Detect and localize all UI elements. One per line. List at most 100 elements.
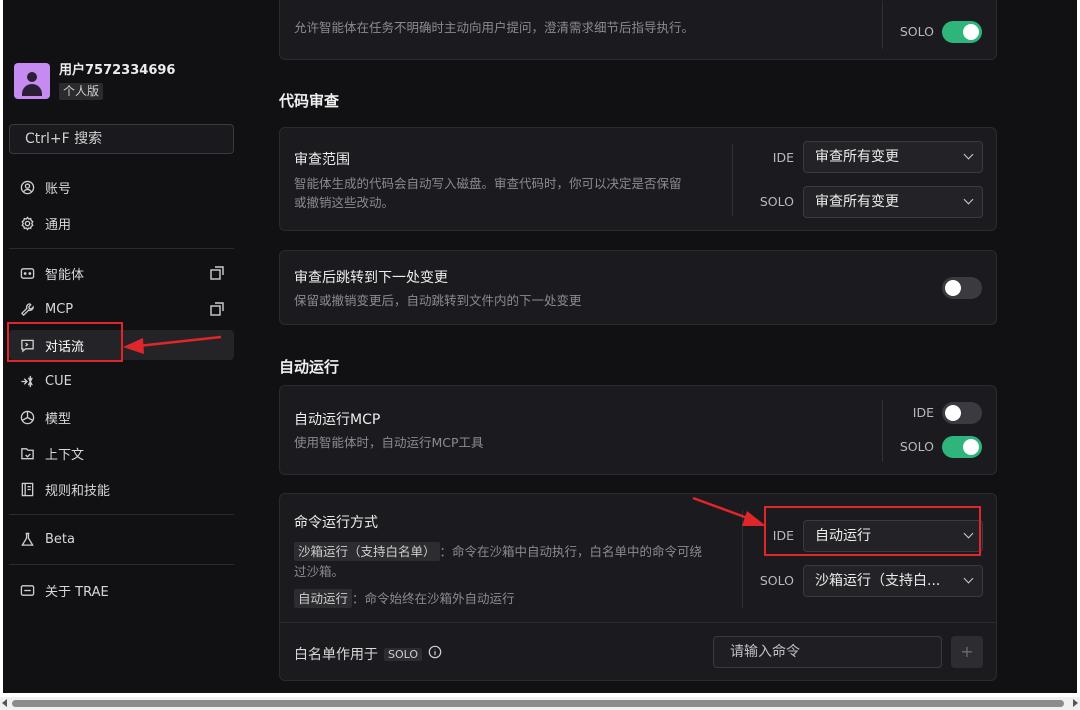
annotation-highlight-box: [764, 506, 981, 556]
card-separator: [882, 1, 883, 49]
scrollbar-thumb[interactable]: [12, 700, 1064, 707]
command-run-solo-select[interactable]: 沙箱运行（支持白...: [803, 565, 983, 597]
auto-run-tag: 自动运行: [294, 589, 353, 608]
sidebar-divider: [9, 514, 234, 515]
ask-user-card: 允许智能体在任务不明确时主动向用户提问，澄清需求细节后指导执行。 SOLO: [279, 0, 997, 60]
cue-icon: [19, 373, 35, 389]
sidebar-item-rules-skills[interactable]: 规则和技能: [9, 474, 234, 504]
card-separator: [742, 510, 743, 608]
command-run-desc-1: 沙箱运行（支持白名单） ：命令在沙箱中自动执行，白名单中的命令可绕: [294, 542, 734, 561]
sidebar-item-label: 关于 TRAE: [45, 584, 109, 600]
search-input[interactable]: Ctrl+F 搜索: [9, 124, 234, 154]
auto-run-mcp-ide-toggle[interactable]: [942, 402, 982, 424]
sidebar-item-label: MCP: [45, 301, 74, 317]
chevron-down-icon: [963, 573, 974, 584]
section-title-code-review: 代码审查: [279, 92, 340, 110]
whitelist-label: 白名单作用于: [294, 647, 378, 663]
add-command-button[interactable]: +: [951, 636, 983, 668]
select-value: 审查所有变更: [815, 149, 899, 165]
solo-tag: SOLO: [384, 647, 423, 661]
sidebar-item-about[interactable]: 关于 TRAE: [9, 575, 234, 605]
sandbox-tag: 沙箱运行（支持白名单）: [294, 542, 440, 561]
info-circle-icon[interactable]: [428, 645, 442, 663]
review-scope-solo-select[interactable]: 审查所有变更: [803, 186, 983, 218]
sidebar-item-label: 智能体: [45, 267, 85, 283]
card-divider: [280, 622, 996, 623]
sidebar-item-mcp[interactable]: MCP: [9, 294, 234, 324]
wrench-icon: [19, 301, 35, 317]
context-icon: [19, 445, 35, 461]
user-plan-badge: 个人版: [59, 83, 104, 100]
agent-icon: [19, 265, 35, 281]
solo-label: SOLO: [899, 439, 934, 454]
review-jump-title: 审查后跳转到下一处变更: [294, 270, 448, 286]
chevron-down-icon: [963, 194, 974, 205]
sidebar-item-label: 上下文: [45, 447, 85, 463]
auto-run-mcp-card: 自动运行MCP 使用智能体时，自动运行MCP工具 IDE SOLO: [279, 385, 997, 475]
solo-label: SOLO: [899, 24, 934, 39]
external-link-icon[interactable]: [209, 265, 225, 281]
chevron-down-icon: [963, 149, 974, 160]
sidebar-divider: [9, 564, 234, 565]
sidebar-item-general[interactable]: 通用: [9, 208, 234, 238]
review-scope-desc-2: 或撤销这些改动。: [294, 195, 395, 210]
avatar[interactable]: [14, 63, 50, 99]
sidebar-item-agents[interactable]: 智能体: [9, 258, 234, 288]
solo-label: SOLO: [759, 573, 794, 588]
sidebar-item-model[interactable]: 模型: [9, 402, 234, 432]
horizontal-scrollbar[interactable]: [0, 697, 1080, 710]
select-value: 审查所有变更: [815, 194, 899, 210]
user-circle-icon: [19, 179, 35, 195]
scroll-right-icon[interactable]: [1073, 699, 1078, 707]
review-scope-card: 审查范围 智能体生成的代码会自动写入磁盘。审查代码时，你可以决定是否保留 或撤销…: [279, 127, 997, 231]
sidebar-item-label: Beta: [45, 531, 75, 547]
ask-user-solo-toggle[interactable]: [942, 21, 982, 43]
sidebar-divider: [9, 248, 234, 249]
command-run-desc-1b: 过沙箱。: [294, 564, 345, 579]
solo-label: SOLO: [759, 194, 794, 209]
rules-icon: [19, 481, 35, 497]
settings-window: 用户7572334696 个人版 Ctrl+F 搜索 账号 通用 智能体 MCP…: [3, 0, 1077, 693]
sidebar-item-cue[interactable]: CUE: [9, 366, 234, 396]
user-name: 用户7572334696: [59, 63, 176, 78]
auto-run-mcp-solo-toggle[interactable]: [942, 436, 982, 458]
ide-label: IDE: [772, 150, 794, 165]
info-icon: [19, 582, 35, 598]
auto-run-mcp-title: 自动运行MCP: [294, 412, 381, 428]
section-title-auto-run: 自动运行: [279, 358, 340, 376]
review-jump-toggle[interactable]: [942, 277, 982, 299]
annotation-highlight-box: [7, 322, 123, 362]
select-value: 沙箱运行（支持白...: [815, 573, 941, 589]
review-scope-ide-select[interactable]: 审查所有变更: [803, 141, 983, 173]
sidebar-item-label: 通用: [45, 217, 72, 233]
sidebar: 用户7572334696 个人版 Ctrl+F 搜索 账号 通用 智能体 MCP…: [3, 0, 243, 693]
sidebar-item-label: 模型: [45, 411, 72, 427]
auto-run-mcp-desc: 使用智能体时，自动运行MCP工具: [294, 435, 484, 450]
review-jump-card: 审查后跳转到下一处变更 保留或撤销变更后，自动跳转到文件内的下一处变更: [279, 250, 997, 325]
sidebar-item-context[interactable]: 上下文: [9, 438, 234, 468]
desc-text: ：命令始终在沙箱外自动运行: [352, 591, 515, 606]
whitelist-row: 白名单作用于 SOLO: [294, 644, 442, 664]
whitelist-command-input[interactable]: 请输入命令: [713, 636, 942, 668]
gear-icon: [19, 215, 35, 231]
review-scope-title: 审查范围: [294, 152, 350, 168]
ask-user-desc: 允许智能体在任务不明确时主动向用户提问，澄清需求细节后指导执行。: [294, 20, 695, 35]
settings-content: 允许智能体在任务不明确时主动向用户提问，澄清需求细节后指导执行。 SOLO 代码…: [243, 0, 1077, 693]
command-run-title: 命令运行方式: [294, 515, 378, 531]
desc-text: ：命令在沙箱中自动执行，白名单中的命令可绕: [439, 544, 703, 559]
command-run-desc-2: 自动运行 ：命令始终在沙箱外自动运行: [294, 589, 515, 608]
model-icon: [19, 409, 35, 425]
sidebar-item-beta[interactable]: Beta: [9, 524, 234, 554]
sidebar-item-label: 账号: [45, 181, 72, 197]
flask-icon: [19, 531, 35, 547]
sidebar-item-label: 规则和技能: [45, 483, 111, 499]
user-profile: 用户7572334696 个人版: [14, 63, 175, 100]
sidebar-item-account[interactable]: 账号: [9, 172, 234, 202]
card-separator: [882, 400, 883, 462]
card-separator: [732, 144, 733, 216]
external-link-icon[interactable]: [209, 301, 225, 317]
sidebar-item-label: CUE: [45, 373, 72, 389]
review-jump-desc: 保留或撤销变更后，自动跳转到文件内的下一处变更: [294, 293, 582, 308]
ide-label: IDE: [912, 405, 934, 420]
scroll-left-icon[interactable]: [2, 699, 7, 707]
